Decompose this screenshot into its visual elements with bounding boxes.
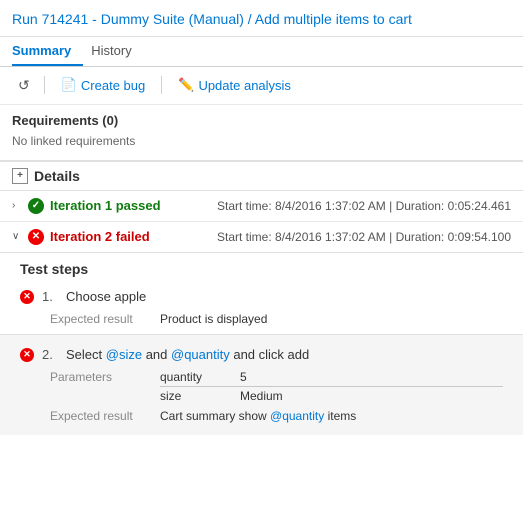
param-size-name: size [160, 389, 240, 403]
details-expand-icon[interactable]: + [12, 168, 28, 184]
step-2-param1: @size [106, 347, 142, 362]
param-quantity-value: 5 [240, 370, 247, 384]
pencil-icon: ✏️ [178, 77, 194, 93]
step-1-expected-label: Expected result [50, 312, 160, 326]
iteration-1-meta: Start time: 8/4/2016 1:37:02 AM | Durati… [217, 199, 511, 213]
step-2-action: Select @size and @quantity and click add [66, 347, 309, 362]
param-size-row: size Medium [160, 389, 503, 405]
tab-history[interactable]: History [91, 37, 143, 66]
step-2-row: ✕ 2. Select @size and @quantity and clic… [20, 343, 503, 366]
tab-bar: Summary History [0, 37, 523, 67]
step-2-params-row: Parameters quantity 5 size Medium [50, 370, 503, 405]
iteration-2-name: Iteration 2 failed [50, 229, 211, 244]
bug-icon: 📄 [61, 77, 77, 93]
iteration-1-chevron[interactable]: › [12, 200, 22, 211]
step-1-num: 1. [42, 289, 58, 304]
requirements-title: Requirements (0) [12, 113, 511, 128]
step-1-expected-row: Expected result Product is displayed [50, 312, 503, 326]
iteration-2-meta: Start time: 8/4/2016 1:37:02 AM | Durati… [217, 230, 511, 244]
update-analysis-label: Update analysis [198, 78, 291, 93]
toolbar-divider [44, 76, 45, 94]
toolbar-divider2 [161, 76, 162, 94]
params-table-container: quantity 5 size Medium [160, 370, 503, 405]
step-1-fail-icon: ✕ [20, 290, 34, 304]
step-2-fail-icon: ✕ [20, 348, 34, 362]
step-1-action: Choose apple [66, 289, 146, 304]
requirements-section: Requirements (0) No linked requirements [0, 105, 523, 161]
iteration-1-row[interactable]: › ✓ Iteration 1 passed Start time: 8/4/2… [0, 191, 523, 222]
create-bug-label: Create bug [81, 78, 145, 93]
iteration-2-status-icon: ✕ [28, 229, 44, 245]
step-2-expected-value: Cart summary show @quantity items [160, 409, 356, 423]
step-1-expected-value: Product is displayed [160, 312, 267, 326]
iteration-1-name: Iteration 1 passed [50, 198, 211, 213]
step-2-action-prefix: Select [66, 347, 106, 362]
test-steps-title: Test steps [20, 261, 503, 277]
details-label: Details [34, 168, 80, 184]
step-2-action-middle: and [142, 347, 171, 362]
iteration-2-row[interactable]: ∨ ✕ Iteration 2 failed Start time: 8/4/2… [0, 222, 523, 252]
tab-summary[interactable]: Summary [12, 37, 83, 66]
create-bug-button[interactable]: 📄 Create bug [53, 73, 154, 97]
iteration-2-chevron[interactable]: ∨ [12, 231, 22, 242]
step-1-row: ✕ 1. Choose apple [20, 285, 503, 308]
no-linked-requirements: No linked requirements [12, 132, 511, 154]
refresh-icon[interactable]: ↺ [12, 73, 36, 98]
param-quantity-row: quantity 5 [160, 370, 503, 387]
step-2-num: 2. [42, 347, 58, 362]
step-2-expected-label: Expected result [50, 409, 160, 423]
update-analysis-button[interactable]: ✏️ Update analysis [170, 73, 299, 97]
iteration-1-status-icon: ✓ [28, 198, 44, 214]
page-title-text: Run 714241 - Dummy Suite (Manual) / Add … [12, 11, 412, 27]
details-header[interactable]: + Details [0, 161, 523, 191]
params-label: Parameters [50, 370, 160, 405]
step-2-param2: @quantity [171, 347, 230, 362]
page-title: Run 714241 - Dummy Suite (Manual) / Add … [0, 0, 523, 37]
step-2-expected-row: Expected result Cart summary show @quant… [50, 409, 503, 423]
param-quantity-name: quantity [160, 370, 240, 384]
toolbar: ↺ 📄 Create bug ✏️ Update analysis [0, 67, 523, 105]
step-2-action-suffix: and click add [230, 347, 310, 362]
test-steps-section: Test steps ✕ 1. Choose apple Expected re… [0, 252, 523, 334]
param-size-value: Medium [240, 389, 283, 403]
step-2-section: ✕ 2. Select @size and @quantity and clic… [0, 334, 523, 435]
